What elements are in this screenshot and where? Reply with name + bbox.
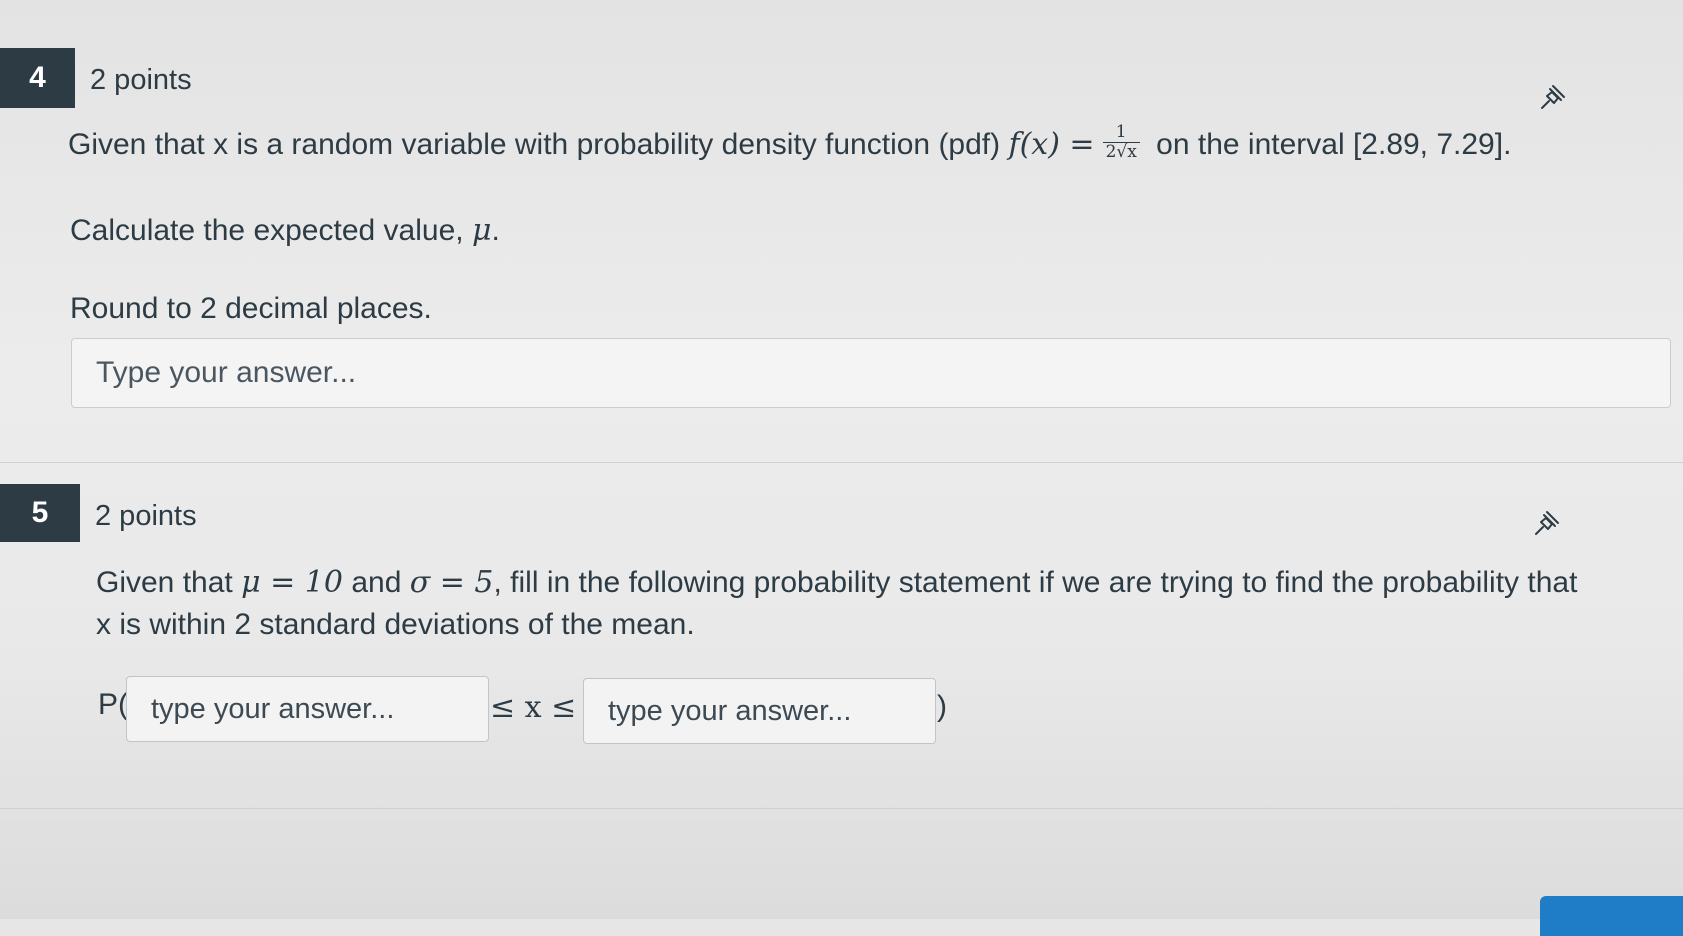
probability-open: P(	[98, 688, 128, 721]
fraction-numerator: 1	[1102, 122, 1140, 143]
question-divider	[0, 462, 1683, 463]
rounding-instruction: Round to 2 decimal places.	[70, 292, 432, 325]
question-prompt: Given that x is a random variable with p…	[68, 122, 1512, 166]
instruction-text: Calculate the expected value,	[70, 214, 464, 247]
question-number-badge: 5	[0, 484, 80, 542]
answer-placeholder: Type your answer...	[96, 356, 357, 389]
formula-fraction: 1 2√x	[1102, 122, 1140, 162]
probability-close: )	[937, 690, 947, 723]
question-number: 4	[29, 61, 46, 94]
mu-symbol: μ	[471, 213, 492, 248]
question-number: 5	[31, 496, 49, 529]
prompt-text: Given that	[96, 566, 233, 599]
pin-icon[interactable]	[1538, 82, 1568, 112]
upper-bound-placeholder: type your answer...	[608, 694, 852, 727]
question-prompt: Given that μ = 10 and σ = 5, fill in the…	[96, 562, 1577, 604]
sigma-expression: σ = 5	[409, 565, 494, 600]
lower-bound-input[interactable]: type your answer...	[126, 676, 489, 742]
question-instruction: Calculate the expected value, μ.	[70, 210, 500, 252]
question-points: 2 points	[95, 500, 197, 532]
question-prompt-line2: x is within 2 standard deviations of the…	[96, 608, 695, 641]
lower-bound-placeholder: type your answer...	[151, 692, 395, 725]
prompt-text: Given that x is a random variable with p…	[68, 128, 1001, 161]
fraction-denominator: 2√x	[1105, 141, 1137, 162]
quiz-page: 4 2 points Given that x is a random vari…	[0, 0, 1683, 936]
prompt-text-and: and	[351, 566, 402, 599]
pin-icon[interactable]	[1532, 508, 1562, 538]
submit-button[interactable]	[1540, 896, 1683, 936]
prompt-text-rest: , fill in the following probability stat…	[493, 566, 1578, 599]
period: .	[491, 214, 500, 247]
bottom-divider	[0, 808, 1683, 809]
formula-lhs: f(x) =	[1008, 127, 1095, 162]
answer-input[interactable]: Type your answer...	[71, 338, 1671, 408]
interval-text: on the interval [2.89, 7.29].	[1156, 128, 1512, 161]
mu-expression: μ = 10	[241, 565, 343, 600]
question-points: 2 points	[90, 64, 192, 96]
inequality-expression: ≤ x ≤	[490, 690, 577, 725]
question-number-badge: 4	[0, 48, 75, 108]
upper-bound-input[interactable]: type your answer...	[583, 678, 936, 744]
